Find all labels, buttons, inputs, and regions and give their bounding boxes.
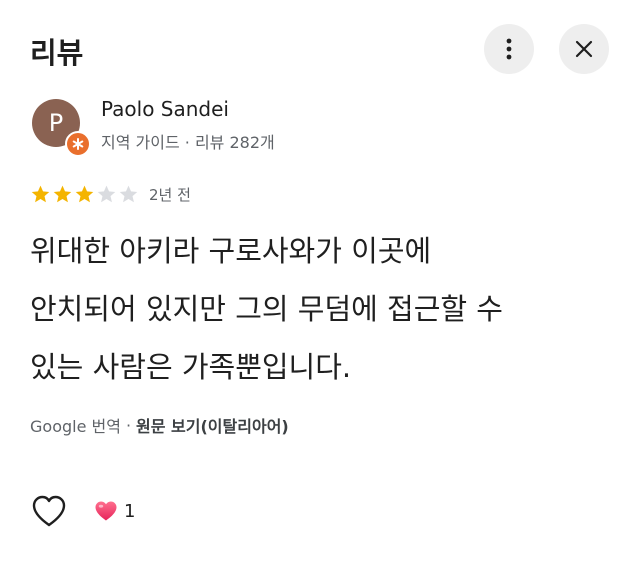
review-line: 있는 사람은 가족뿐입니다.: [30, 350, 352, 384]
heart-emoji-icon: [95, 501, 117, 521]
translation-label: Google 번역: [30, 417, 121, 436]
star-filled-icon: [31, 185, 50, 203]
reaction-count: 1: [124, 500, 136, 522]
translation-row: Google 번역 · 원문 보기(이탈리아어): [30, 413, 289, 437]
reviewer-name[interactable]: Paolo Sandei: [101, 97, 229, 121]
close-button[interactable]: [559, 24, 609, 74]
star-rating: [30, 184, 139, 205]
heart-outline-icon: [32, 495, 66, 527]
avatar-initial: P: [48, 109, 64, 137]
separator: ·: [125, 415, 132, 435]
local-guide-badge-icon: [65, 131, 91, 157]
reaction-summary[interactable]: 1: [94, 500, 135, 522]
review-text: 위대한 아키라 구로사와가 이곳에 안치되어 있지만 그의 무덤에 접근할 수 …: [30, 222, 620, 396]
star-empty-icon: [119, 185, 138, 203]
reviewer-meta: 지역 가이드 · 리뷰 282개: [101, 133, 275, 152]
page-title: 리뷰: [30, 36, 84, 70]
like-button[interactable]: [31, 494, 67, 528]
close-icon: [575, 40, 593, 58]
more-options-button[interactable]: [484, 24, 534, 74]
more-vert-icon: [506, 38, 512, 60]
review-line: 위대한 아키라 구로사와가 이곳에: [30, 234, 432, 268]
star-filled-icon: [53, 185, 72, 203]
review-line: 안치되어 있지만 그의 무덤에 접근할 수: [30, 292, 503, 326]
star-filled-icon: [75, 185, 94, 203]
star-empty-icon: [97, 185, 116, 203]
review-date: 2년 전: [149, 186, 191, 204]
show-original-link[interactable]: 원문 보기(이탈리아어): [136, 413, 289, 437]
